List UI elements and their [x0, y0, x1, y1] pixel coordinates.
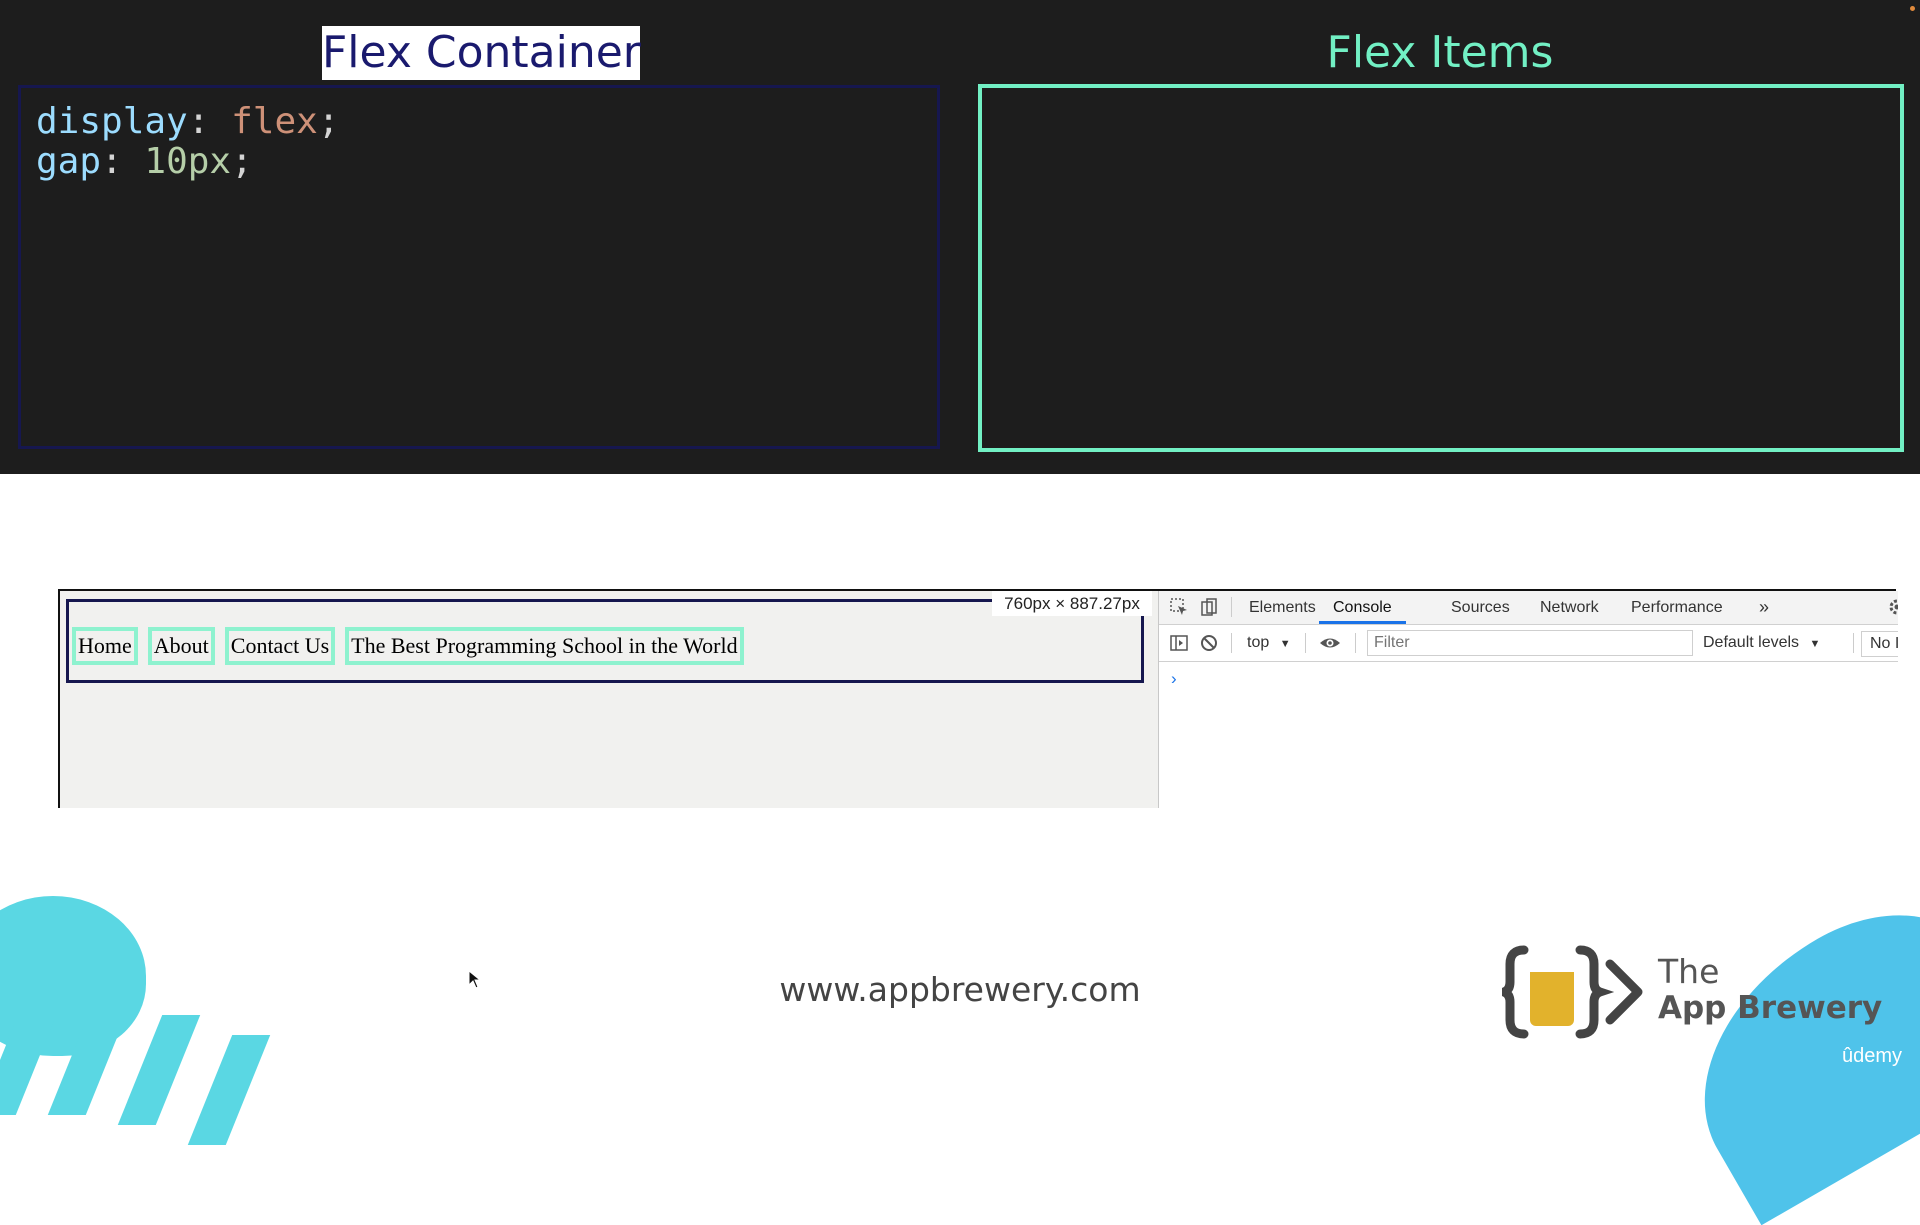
clear-console-icon[interactable] — [1199, 633, 1219, 653]
decorative-stripe — [187, 1035, 271, 1145]
css-colon: : — [187, 101, 210, 142]
issues-button[interactable]: No Issu — [1861, 631, 1898, 657]
device-toggle-icon[interactable] — [1199, 597, 1219, 617]
slide-panel: Flex Container Flex Items display: flex;… — [0, 0, 1920, 474]
console-filter-input[interactable] — [1367, 630, 1693, 656]
devtools-separator — [1355, 633, 1356, 653]
udemy-watermark: ûdemy — [1842, 1045, 1903, 1067]
css-value-gap: 10px — [144, 141, 232, 182]
logo-text-the: The — [1658, 952, 1720, 991]
viewport-dimensions-tooltip: 760px × 887.27px — [992, 591, 1152, 616]
logo-text-name: App Brewery — [1658, 990, 1883, 1026]
nav-item-contact[interactable]: Contact Us — [224, 627, 336, 665]
nav-item-tagline[interactable]: The Best Programming School in the World — [345, 627, 744, 665]
css-semicolon: ; — [317, 101, 340, 142]
css-code: display: flex; gap: 10px; — [36, 102, 339, 182]
css-property-gap: gap — [36, 141, 102, 182]
tab-elements[interactable]: Elements — [1249, 591, 1316, 624]
decorative-stripe — [117, 1015, 201, 1125]
context-selector[interactable]: top ▼ — [1247, 625, 1291, 661]
eye-icon[interactable] — [1319, 633, 1340, 653]
devtools-tab-bar: Elements Console Sources Network Perform… — [1159, 591, 1898, 625]
cursor-icon — [468, 969, 482, 989]
chevron-down-icon: ▼ — [1279, 638, 1291, 650]
page-viewport: Home About Contact Us The Best Programmi… — [60, 591, 1159, 808]
devtools-separator — [1305, 633, 1306, 653]
tab-sources[interactable]: Sources — [1451, 591, 1510, 624]
devtools-separator — [1853, 633, 1854, 653]
console-prompt[interactable]: › — [1171, 669, 1177, 689]
app-brewery-logo-icon — [1489, 942, 1652, 1042]
flex-items-code-box — [978, 84, 1904, 452]
more-tabs-icon[interactable]: » — [1759, 591, 1769, 624]
console-toolbar: top ▼ Default levels ▼ No Issu — [1159, 625, 1898, 662]
sidebar-icon[interactable] — [1169, 633, 1189, 653]
website-url: www.appbrewery.com — [779, 970, 1141, 1009]
context-label: top — [1247, 634, 1270, 651]
css-semicolon: ; — [231, 141, 253, 182]
nav-item-home[interactable]: Home — [72, 627, 138, 665]
devtools-panel: Elements Console Sources Network Perform… — [1159, 591, 1898, 808]
log-levels-label: Default levels — [1703, 634, 1800, 651]
nav-item-about[interactable]: About — [147, 627, 215, 665]
tab-console[interactable]: Console — [1319, 591, 1406, 624]
css-value-flex: flex — [231, 101, 318, 142]
tab-network[interactable]: Network — [1540, 591, 1599, 624]
inspect-icon[interactable] — [1169, 597, 1189, 617]
flex-container-title: Flex Container — [322, 26, 641, 80]
css-property-display: display — [36, 101, 188, 142]
settings-icon[interactable] — [1887, 597, 1898, 617]
recording-dot — [1910, 6, 1915, 11]
nav-flex-container: Home About Contact Us The Best Programmi… — [66, 599, 1144, 683]
browser-window: Home About Contact Us The Best Programmi… — [58, 589, 1898, 808]
css-colon: : — [101, 141, 123, 182]
tab-performance[interactable]: Performance — [1631, 591, 1723, 624]
flex-items-title: Flex Items — [1326, 27, 1554, 78]
flex-container-code-box: display: flex; gap: 10px; — [18, 85, 940, 449]
log-levels-select[interactable]: Default levels ▼ — [1703, 625, 1820, 661]
chevron-down-icon: ▼ — [1809, 638, 1821, 650]
devtools-separator — [1231, 633, 1232, 653]
devtools-separator — [1231, 597, 1232, 617]
